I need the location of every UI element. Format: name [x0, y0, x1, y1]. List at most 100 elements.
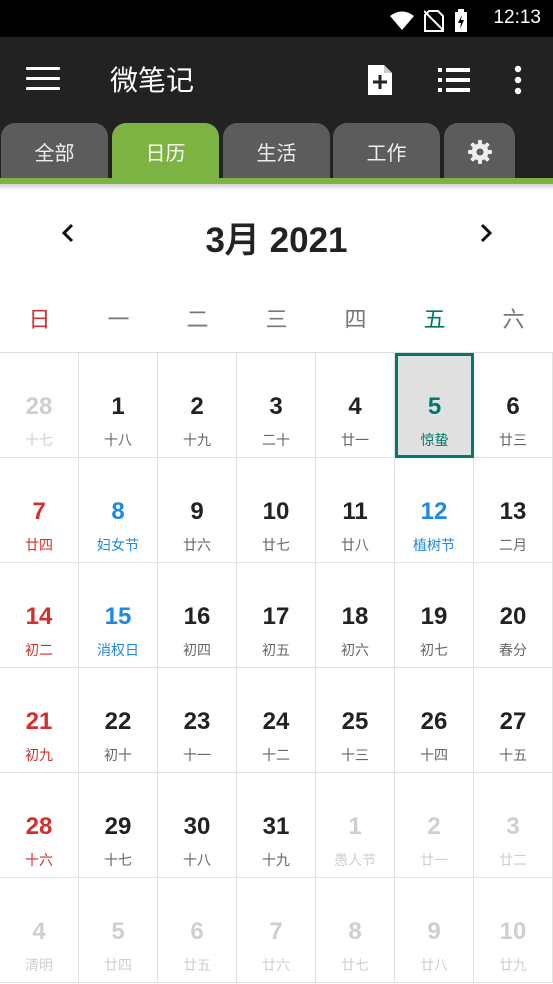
calendar-day[interactable]: 1 十八 — [79, 353, 158, 458]
calendar-day[interactable]: 17 初五 — [237, 563, 316, 668]
calendar-day[interactable]: 26 十四 — [395, 668, 474, 773]
calendar-day-today[interactable]: 5 惊蛰 — [395, 353, 474, 458]
calendar-day[interactable]: 4 廿一 — [316, 353, 395, 458]
calendar-day[interactable]: 13 二月 — [474, 458, 553, 563]
lunar-label: 惊蛰 — [420, 433, 449, 449]
day-number: 6 — [506, 393, 520, 420]
calendar-day[interactable]: 2 廿一 — [395, 773, 474, 878]
calendar-day[interactable]: 28 十六 — [0, 773, 79, 878]
lunar-label: 消权日 — [97, 643, 139, 659]
calendar-day[interactable]: 10 廿七 — [237, 458, 316, 563]
day-number: 19 — [420, 603, 448, 630]
day-number: 18 — [341, 603, 369, 630]
new-note-icon[interactable] — [366, 63, 394, 97]
calendar-day[interactable]: 25 十三 — [316, 668, 395, 773]
day-number: 12 — [420, 498, 448, 525]
calendar-day[interactable]: 20 春分 — [474, 563, 553, 668]
menu-button[interactable] — [26, 67, 60, 93]
lunar-label: 廿六 — [183, 538, 211, 554]
lunar-label: 十五 — [499, 748, 527, 764]
calendar-day[interactable]: 27 十五 — [474, 668, 553, 773]
app-bar: 微笔记 — [0, 37, 553, 123]
calendar-day[interactable]: 6 廿五 — [158, 878, 237, 983]
day-number: 15 — [104, 603, 132, 630]
day-number: 9 — [190, 498, 204, 525]
day-number: 4 — [32, 918, 46, 945]
day-number: 16 — [183, 603, 211, 630]
calendar-day[interactable]: 7 廿四 — [0, 458, 79, 563]
calendar-day[interactable]: 21 初九 — [0, 668, 79, 773]
calendar-day[interactable]: 4 清明 — [0, 878, 79, 983]
tab-work[interactable]: 工作 — [333, 123, 440, 180]
day-number: 5 — [427, 393, 442, 420]
calendar-day[interactable]: 6 廿三 — [474, 353, 553, 458]
calendar-day[interactable]: 14 初二 — [0, 563, 79, 668]
lunar-label: 清明 — [25, 958, 53, 974]
calendar-day[interactable]: 11 廿八 — [316, 458, 395, 563]
day-number: 11 — [342, 498, 368, 525]
next-month-button[interactable] — [474, 218, 498, 248]
list-icon[interactable] — [438, 67, 470, 93]
lunar-label: 十八 — [104, 433, 132, 449]
lunar-label: 廿四 — [25, 538, 53, 554]
day-number: 1 — [111, 393, 125, 420]
day-number: 2 — [190, 393, 204, 420]
tab-life[interactable]: 生活 — [223, 123, 330, 180]
calendar-day[interactable]: 19 初七 — [395, 563, 474, 668]
day-number: 3 — [269, 393, 283, 420]
day-number: 31 — [262, 813, 290, 840]
day-number: 10 — [262, 498, 290, 525]
day-number: 29 — [104, 813, 132, 840]
day-number: 2 — [427, 813, 441, 840]
calendar-day[interactable]: 24 十二 — [237, 668, 316, 773]
calendar-day[interactable]: 3 廿二 — [474, 773, 553, 878]
lunar-label: 廿二 — [499, 853, 527, 869]
lunar-label: 十八 — [183, 853, 211, 869]
calendar-day[interactable]: 15 消权日 — [79, 563, 158, 668]
weekday-label: 日 — [28, 308, 51, 333]
lunar-label: 十七 — [104, 853, 132, 869]
day-number: 25 — [341, 708, 369, 735]
calendar-day[interactable]: 3 二十 — [237, 353, 316, 458]
calendar-day[interactable]: 29 十七 — [79, 773, 158, 878]
calendar-day[interactable]: 7 廿六 — [237, 878, 316, 983]
calendar-day[interactable]: 31 十九 — [237, 773, 316, 878]
lunar-label: 廿三 — [499, 433, 527, 449]
calendar-day[interactable]: 8 妇女节 — [79, 458, 158, 563]
day-number: 9 — [427, 918, 441, 945]
calendar-day[interactable]: 16 初四 — [158, 563, 237, 668]
lunar-label: 廿九 — [499, 958, 527, 974]
battery-charging-icon — [455, 9, 467, 32]
calendar-day[interactable]: 12 植树节 — [395, 458, 474, 563]
calendar-day[interactable]: 9 廿六 — [158, 458, 237, 563]
calendar-day[interactable]: 22 初十 — [79, 668, 158, 773]
calendar-day[interactable]: 9 廿八 — [395, 878, 474, 983]
calendar-day[interactable]: 23 十一 — [158, 668, 237, 773]
lunar-label: 初二 — [25, 643, 53, 659]
settings-gear-icon — [467, 139, 492, 164]
calendar-day[interactable]: 5 廿四 — [79, 878, 158, 983]
weekday-label: 六 — [502, 308, 525, 333]
calendar-day[interactable]: 8 廿七 — [316, 878, 395, 983]
lunar-label: 廿五 — [183, 958, 211, 974]
status-icons — [390, 9, 468, 33]
lunar-label: 初十 — [104, 748, 132, 764]
tab-all[interactable]: 全部 — [1, 123, 108, 180]
day-number: 30 — [183, 813, 211, 840]
calendar-day[interactable]: 1 愚人节 — [316, 773, 395, 878]
weekday-label: 四 — [344, 308, 367, 333]
calendar-day[interactable]: 18 初六 — [316, 563, 395, 668]
more-vert-icon[interactable] — [512, 65, 524, 95]
month-title: 3月 2021 — [205, 221, 348, 260]
day-number: 17 — [262, 603, 290, 630]
calendar-day[interactable]: 30 十八 — [158, 773, 237, 878]
lunar-label: 春分 — [499, 643, 527, 659]
calendar-grid: 28 十七 1 十八 2 十九 3 二十 4 廿一 5 惊蛰 6 廿三 7 廿四 8 妇女节 9 廿六 10 廿七 11 廿八… — [0, 352, 553, 984]
day-number: 3 — [506, 813, 520, 840]
calendar-day[interactable]: 10 廿九 — [474, 878, 553, 983]
lunar-label: 初四 — [183, 643, 211, 659]
tab-settings[interactable] — [444, 123, 515, 180]
calendar-day[interactable]: 28 十七 — [0, 353, 79, 458]
calendar-day[interactable]: 2 十九 — [158, 353, 237, 458]
tab-calendar[interactable]: 日历 — [112, 123, 219, 180]
